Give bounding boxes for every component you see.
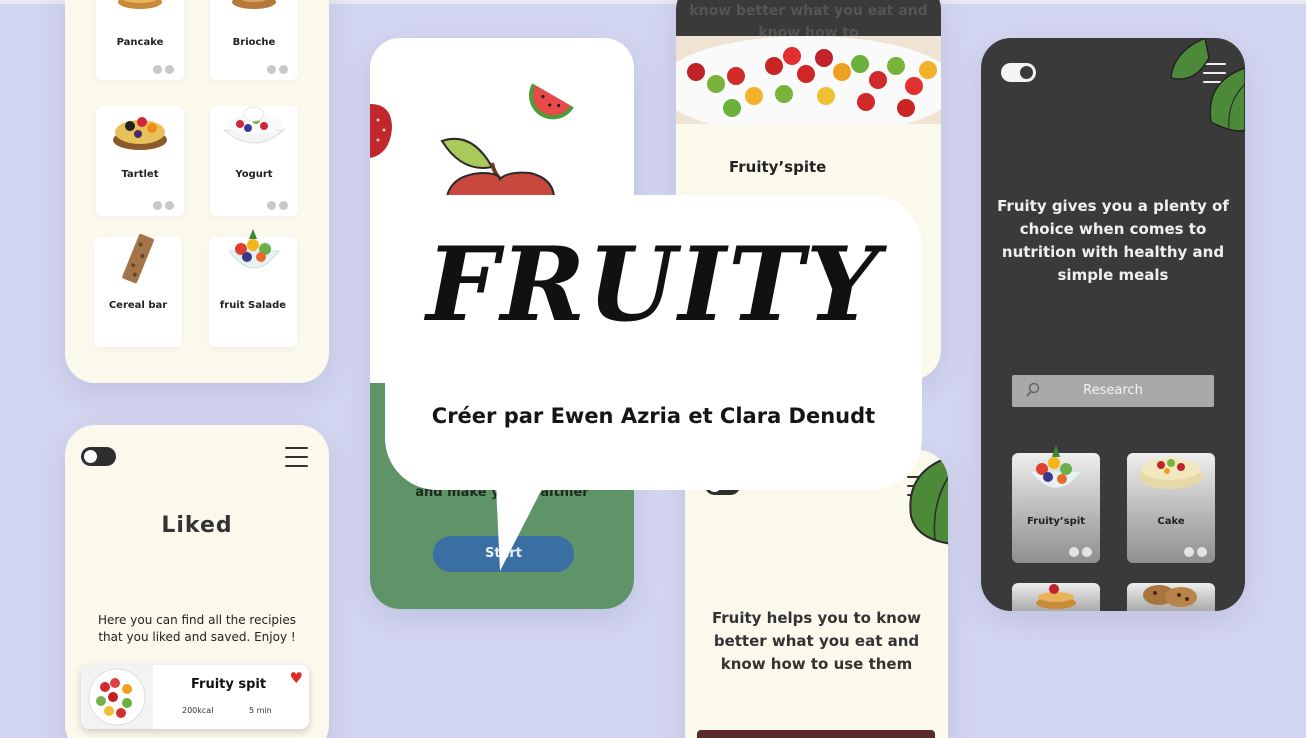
search-placeholder: Research — [1083, 383, 1143, 398]
pancake-image — [118, 0, 162, 9]
snack-label: Cereal bar — [108, 300, 168, 311]
snack-dots — [267, 201, 288, 210]
liked-recipe-card[interactable]: Fruity spit 200kcal 5 min ♥ — [81, 665, 309, 729]
liked-screen: Liked Here you can find all the recipies… — [65, 425, 329, 738]
dark-card-partial-right[interactable] — [1127, 583, 1215, 611]
snack-dots — [153, 201, 174, 210]
dark-card-label: Cake — [1157, 516, 1185, 527]
menu-icon[interactable] — [285, 447, 308, 474]
snack-label: fruit Salade — [219, 300, 287, 311]
search-input[interactable]: Research — [1012, 375, 1214, 407]
fruit-salad-image — [228, 229, 280, 269]
dark-card-dots — [1069, 547, 1092, 557]
info-screen: Fruity helps you to know better what you… — [685, 450, 948, 738]
bubble-tail — [496, 485, 544, 571]
theme-toggle[interactable] — [81, 447, 116, 466]
liked-recipe-title: Fruity spit — [191, 677, 267, 692]
snack-card-yogurt[interactable]: Yogurt — [210, 106, 298, 216]
liked-description: Here you can find all the recipies that … — [97, 613, 297, 644]
snack-card-brioche[interactable]: Brioche — [210, 0, 298, 80]
fruit-bowl-image — [1028, 445, 1084, 489]
snack-label: Brioche — [232, 37, 276, 48]
fruit-skewers-image — [676, 36, 941, 124]
theme-toggle[interactable] — [1001, 63, 1036, 82]
berries-image — [697, 730, 935, 738]
dark-card-cake[interactable]: Cake — [1127, 453, 1215, 563]
cookies-image — [1143, 585, 1197, 607]
brioche-image — [232, 0, 276, 9]
skewer-title: Fruity’spite — [729, 158, 827, 176]
snack-dots — [153, 65, 174, 74]
strawberry-icon — [370, 104, 392, 158]
snack-dots — [267, 65, 288, 74]
dark-card-fruity-spit[interactable]: Fruity’spit — [1012, 445, 1100, 563]
snack-label: Tartlet — [121, 169, 159, 180]
snack-card-cereal-bar[interactable]: Cereal bar — [94, 233, 182, 347]
snack-card-fruit-salade[interactable]: fruit Salade — [209, 229, 297, 347]
page-title: Liked — [161, 513, 233, 538]
tartlet-image — [113, 117, 167, 150]
cake-image — [1139, 458, 1203, 489]
skewer-plate-image — [81, 665, 153, 729]
dark-card-partial-left[interactable] — [1012, 583, 1100, 611]
leaves-icon — [1170, 38, 1245, 132]
liked-recipe-time: 5 min — [249, 706, 272, 715]
snacks-screen: Pancake Brioche Tartlet Yogurt Cereal ba… — [65, 0, 329, 383]
dark-intro-text: Fruity gives you a plenty of choice when… — [997, 197, 1229, 284]
title-bubble: FRUITY Créer par Ewen Azria et Clara Den… — [385, 195, 922, 490]
heart-icon[interactable]: ♥ — [290, 669, 303, 687]
dark-card-dots — [1184, 547, 1207, 557]
credit-line: Créer par Ewen Azria et Clara Denudt — [431, 404, 876, 428]
snack-label: Pancake — [116, 37, 164, 48]
brand-logo: FRUITY — [426, 225, 881, 345]
snack-card-tartlet[interactable]: Tartlet — [96, 106, 184, 216]
dark-card-label: Fruity’spit — [1026, 516, 1086, 527]
snack-card-pancake[interactable]: Pancake — [96, 0, 184, 80]
watermelon-icon — [529, 83, 574, 120]
liked-recipe-kcal: 200kcal — [182, 706, 214, 715]
pancake-stack-image — [1036, 584, 1076, 609]
info-text: Fruity helps you to know better what you… — [711, 609, 922, 673]
apple-icon — [440, 137, 556, 203]
snack-label: Yogurt — [235, 169, 273, 180]
cereal-bar-image — [122, 233, 154, 284]
dark-home-screen: Fruity gives you a plenty of choice when… — [981, 38, 1245, 611]
yogurt-image — [222, 106, 286, 144]
